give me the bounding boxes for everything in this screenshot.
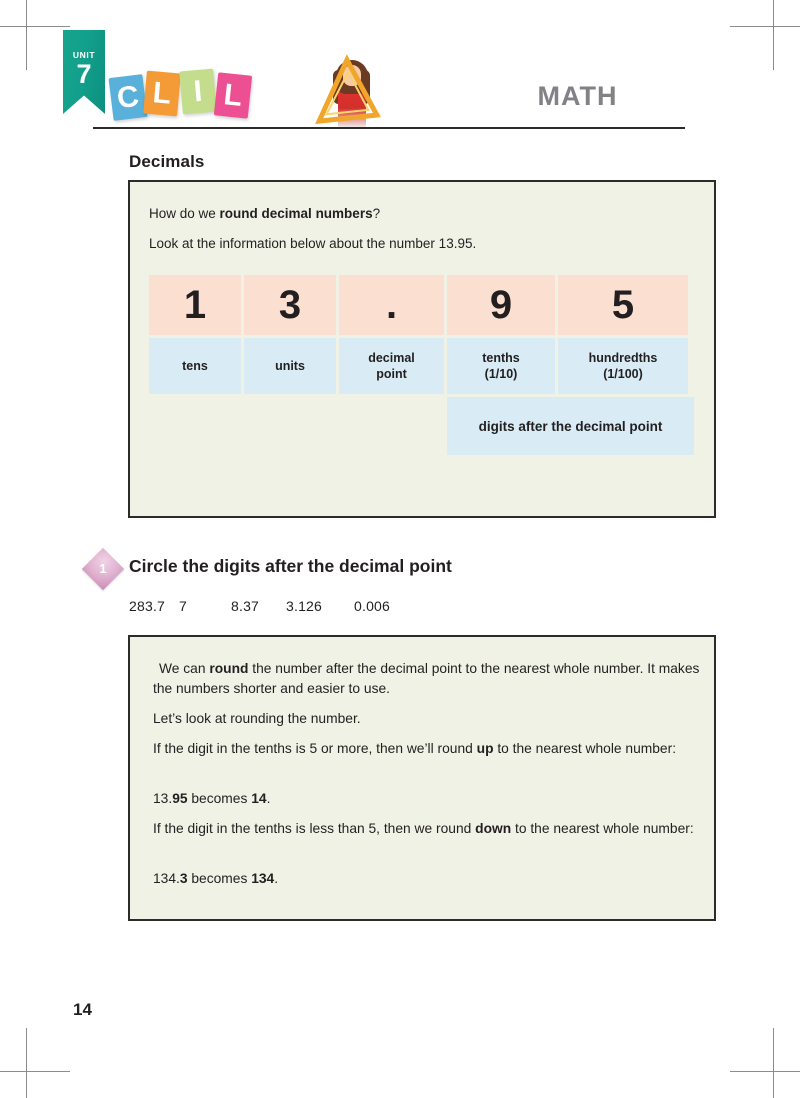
place-value-digit-row: 1 3 . 9 5 <box>149 275 699 335</box>
header-divider <box>93 127 685 129</box>
explanation-5-bold-decimals: 3 <box>179 871 188 886</box>
digit-hundredths: 5 <box>558 275 688 335</box>
label-tenths: tenths (1/10) <box>447 338 555 394</box>
label-tenths-line1: tenths <box>482 351 520 365</box>
label-decimal-point-text: decimal point <box>368 350 415 382</box>
digit-units: 3 <box>244 275 336 335</box>
page-title: MATH <box>537 81 618 111</box>
digit-tenths: 9 <box>447 275 555 335</box>
explanation-line-2: If the digit in the tenths is 5 or more,… <box>153 739 705 759</box>
place-value-label-row: tens units decimal point tenths (1/10) hun… <box>149 338 699 394</box>
info-panel: How do we round decimal numbers? Look at… <box>128 180 716 518</box>
unit-number: 7 <box>76 59 92 89</box>
digit-decimal-point: . <box>339 275 444 335</box>
decimal-digits-note: digits after the decimal point <box>447 397 694 455</box>
label-tenths-line2: (1/10) <box>484 367 518 381</box>
explanation-4-a: If the digit in the tenths is less than … <box>153 821 476 836</box>
info-question-suffix: ? <box>372 206 381 221</box>
label-units: units <box>244 338 336 394</box>
clil-tile-i: I <box>179 68 217 115</box>
label-hundredths-line2: (1/100) <box>603 367 643 381</box>
label-units-line1: units <box>275 359 305 373</box>
explanation-panel: We can round the number after the decima… <box>128 635 716 921</box>
crop-mark-bottom-right-vertical <box>773 1028 774 1098</box>
label-tens: tens <box>149 338 241 394</box>
label-decimal-point: decimal point <box>339 338 444 394</box>
explanation-3-bold-decimals: 95 <box>172 791 188 806</box>
clil-tile-l1: L <box>143 70 181 117</box>
crop-mark-bottom-left-horizontal <box>0 1071 70 1072</box>
explanation-3-bold-result: 14 <box>251 791 267 806</box>
clil-tile-c: C <box>108 74 148 121</box>
label-decimal-line1: decimal <box>368 351 415 365</box>
place-value-table: 1 3 . 9 5 tens units decimal point tenths… <box>149 275 699 458</box>
info-question-bold: round decimal numbers <box>219 206 373 221</box>
label-hundredths: hundredths (1/100) <box>558 338 688 394</box>
explanation-3-a: 13. <box>153 791 173 806</box>
exercise-number-item-3[interactable]: 3.126 <box>286 598 354 614</box>
explanation-4-c: to the nearest whole number: <box>511 821 694 836</box>
label-hundredths-line1: hundredths <box>588 351 658 365</box>
triangle-ruler-icon <box>315 54 381 125</box>
label-tenths-text: tenths (1/10) <box>482 350 520 382</box>
explanation-3-e: . <box>266 791 271 806</box>
explanation-2-bold: up <box>476 741 494 756</box>
exercise-number-item-0[interactable]: 283.7 <box>129 598 179 614</box>
label-tens-line1: tens <box>182 359 208 373</box>
explanation-2-c: to the nearest whole number: <box>493 741 677 756</box>
explanation-2-a: If the digit in the tenths is 5 or more,… <box>153 741 477 756</box>
label-hundredths-text: hundredths (1/100) <box>589 350 658 382</box>
exercise-instruction: Circle the digits after the decimal poin… <box>129 556 452 576</box>
explanation-line-4: If the digit in the tenths is less than … <box>153 819 705 839</box>
digit-tens: 1 <box>149 275 241 335</box>
info-instruction: Look at the information below about the … <box>149 236 477 251</box>
clil-tile-l2: L <box>213 72 253 119</box>
crop-mark-bottom-left-vertical <box>26 1028 27 1098</box>
page-header: UNIT 7 C L I L MATH <box>0 0 800 140</box>
explanation-line-0: We can round the number after the decima… <box>153 659 705 699</box>
info-question-prefix: How do we <box>149 206 220 221</box>
explanation-3-c: becomes <box>187 791 252 806</box>
explanation-0-a: We can <box>159 661 210 676</box>
exercise-1-header: 1 Circle the digits after the decimal po… <box>81 547 728 592</box>
explanation-5-e: . <box>274 871 279 886</box>
place-value-note-spacer <box>149 397 444 455</box>
explanation-line-3: 13.95 becomes 14. <box>153 789 705 809</box>
section-heading: Decimals <box>129 152 205 171</box>
page-number: 14 <box>73 1000 92 1019</box>
unit-ribbon-badge: UNIT 7 <box>63 30 105 114</box>
explanation-4-bold: down <box>475 821 512 836</box>
exercise-1-numbers[interactable]: 283.7 7 8.37 3.126 0.006 <box>129 598 390 614</box>
label-decimal-line2: point <box>376 367 407 381</box>
explanation-0-bold: round <box>209 661 249 676</box>
exercise-number-item-4[interactable]: 0.006 <box>354 598 390 614</box>
header-illustration <box>300 52 400 128</box>
place-value-note-row: digits after the decimal point <box>149 397 699 455</box>
crop-mark-bottom-right-horizontal <box>730 1071 800 1072</box>
explanation-5-a: 134. <box>153 871 180 886</box>
explanation-5-bold-result: 134 <box>251 871 275 886</box>
exercise-number-item-1[interactable]: 7 <box>179 598 231 614</box>
info-question: How do we round decimal numbers? <box>149 204 380 224</box>
exercise-number-item-2[interactable]: 8.37 <box>231 598 286 614</box>
exercise-number: 1 <box>99 561 107 576</box>
explanation-line-1: Let’s look at rounding the number. <box>153 711 361 726</box>
explanation-line-5: 134.3 becomes 134. <box>153 869 705 889</box>
clil-logo: C L I L <box>108 68 261 124</box>
explanation-5-c: becomes <box>187 871 252 886</box>
